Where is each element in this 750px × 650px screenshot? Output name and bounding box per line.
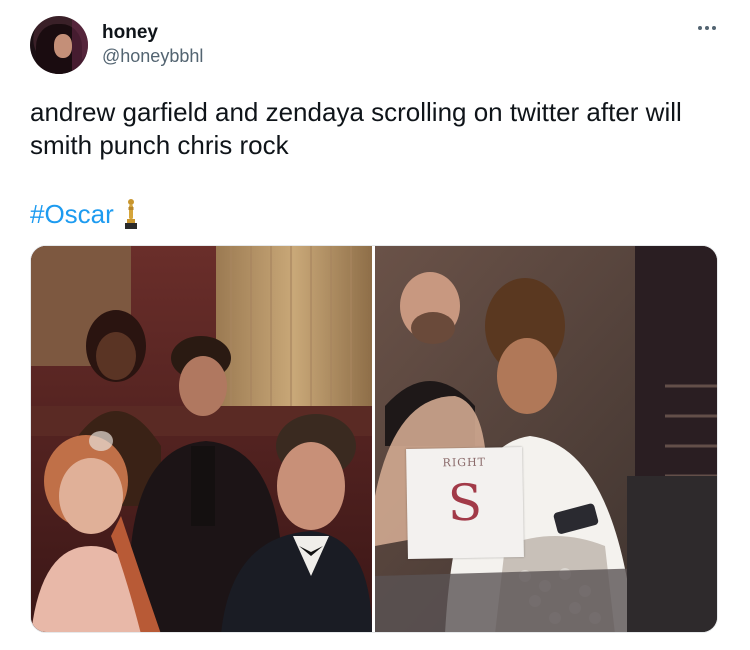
avatar[interactable] <box>30 16 88 74</box>
photo-audience-zendaya[interactable] <box>375 246 717 632</box>
display-name[interactable]: honey <box>102 22 158 44</box>
seat-card-letter: S <box>447 473 483 533</box>
oscar-statuette-icon <box>124 199 137 229</box>
tweet-text: andrew garfield and zendaya scrolling on… <box>30 97 682 160</box>
hashtag-link[interactable]: #Oscar <box>30 199 114 230</box>
media-grid[interactable]: RIGHT S <box>30 245 718 633</box>
tweet-card[interactable]: honey @honeybbhl andrew garfield and zen… <box>0 0 750 650</box>
seat-card-label: RIGHT <box>442 455 487 470</box>
more-icon[interactable] <box>692 18 722 38</box>
photo-left-image <box>31 246 372 632</box>
photo-audience-andrew-garfield[interactable] <box>31 246 372 632</box>
photo-right-image <box>375 246 717 632</box>
hashtag-row: #Oscar <box>30 196 140 232</box>
user-handle[interactable]: @honeybbhl <box>102 46 203 67</box>
seat-card: RIGHT S <box>406 446 524 560</box>
